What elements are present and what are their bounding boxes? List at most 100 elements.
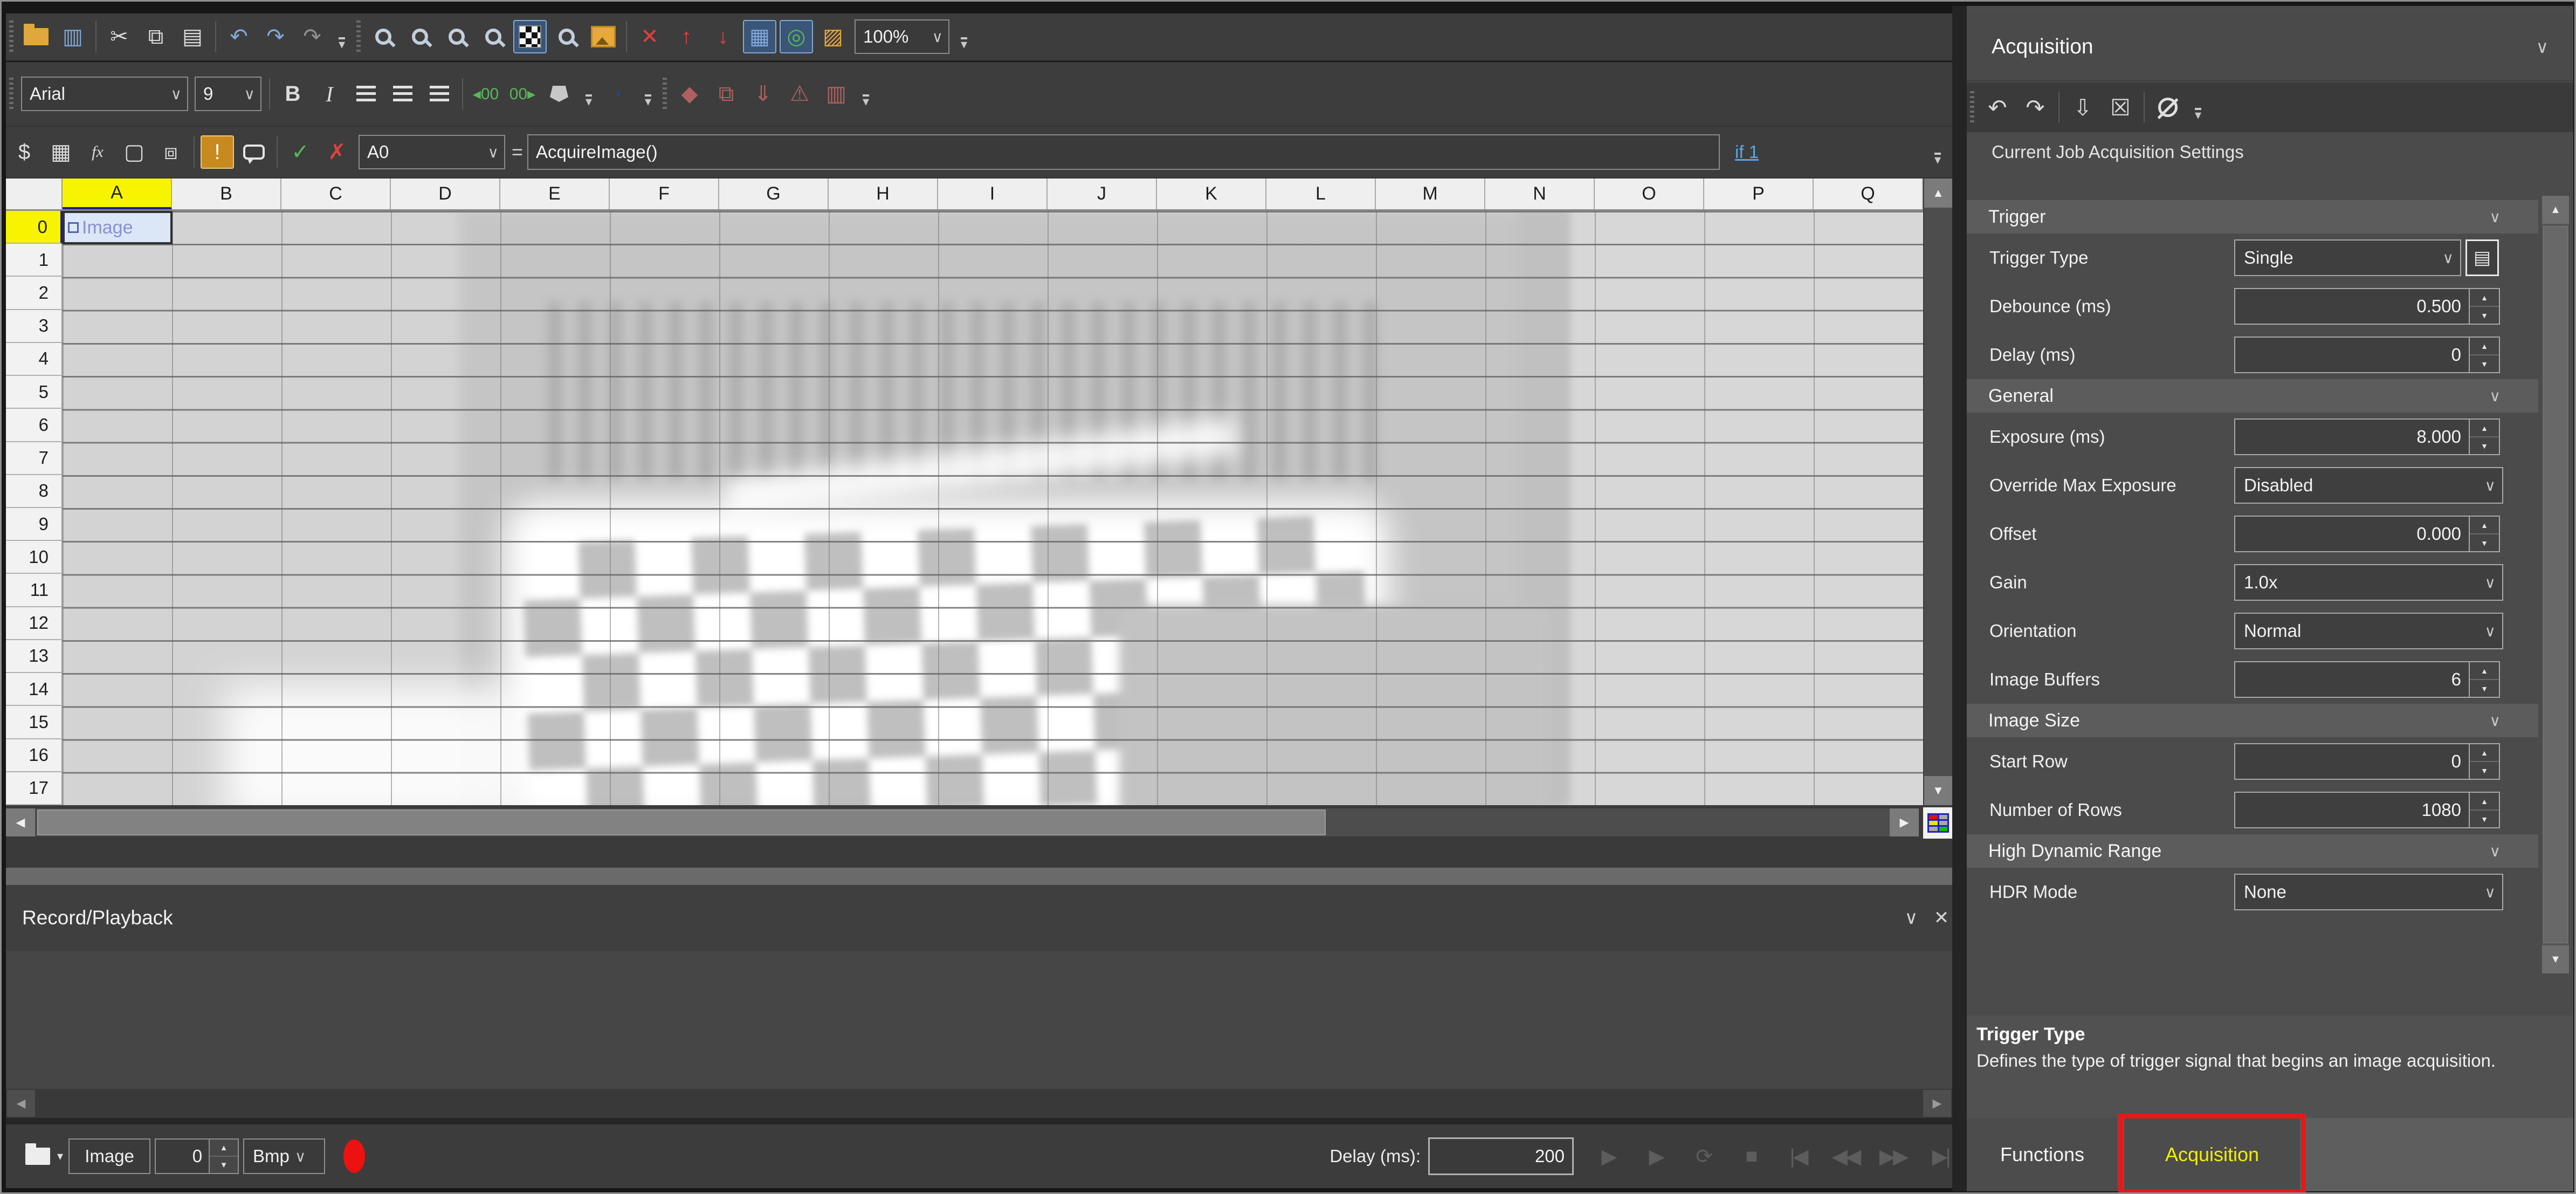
- decrease-decimal-icon[interactable]: 00▸: [506, 77, 539, 111]
- open-job-icon[interactable]: [19, 20, 53, 53]
- column-header-e[interactable]: E: [500, 179, 610, 209]
- trigger-type-select[interactable]: Single∨: [2234, 239, 2461, 276]
- toolbar-overflow-button[interactable]: ▾: [1928, 139, 1947, 166]
- hide-overlay-icon[interactable]: [2151, 90, 2185, 125]
- bold-icon[interactable]: B: [276, 77, 309, 111]
- delay-input[interactable]: 200: [1428, 1137, 1574, 1175]
- column-header-o[interactable]: O: [1595, 179, 1704, 209]
- scroll-up-button[interactable]: ▲: [1924, 179, 1952, 208]
- hdr-mode-select[interactable]: None∨: [2234, 874, 2503, 910]
- grid-view-icon[interactable]: ▦: [743, 20, 776, 53]
- spinner-buttons[interactable]: ▲▼: [2470, 418, 2500, 455]
- font-color-icon[interactable]: [602, 77, 635, 111]
- scrollbar-thumb[interactable]: [37, 809, 1326, 835]
- row-header-10[interactable]: 10: [6, 541, 63, 574]
- insert-row-icon[interactable]: ↑: [670, 20, 703, 53]
- section-header-trigger[interactable]: Trigger∨: [1967, 200, 2538, 234]
- column-header-h[interactable]: H: [829, 179, 938, 209]
- tab-functions[interactable]: Functions: [1967, 1118, 2118, 1191]
- data-grid-icon[interactable]: ▦: [44, 135, 78, 169]
- toolbar-drag-handle[interactable]: [663, 78, 667, 110]
- align-right-icon[interactable]: [423, 77, 456, 111]
- if-condition-link[interactable]: if 1: [1735, 142, 1759, 162]
- record-playback-scrollbar[interactable]: ◀ ▶: [6, 1089, 1964, 1118]
- settings-scrollbar[interactable]: ▲ ▼: [2542, 196, 2569, 973]
- zoom-actual-size-icon[interactable]: [440, 20, 473, 53]
- align-center-icon[interactable]: [386, 77, 419, 111]
- palette-icon[interactable]: ▨: [816, 20, 850, 53]
- warning-triangle-icon[interactable]: ⚠: [783, 77, 816, 111]
- column-header-a[interactable]: A: [63, 179, 172, 209]
- column-header-p[interactable]: P: [1704, 179, 1814, 209]
- section-header-high-dynamic-range[interactable]: High Dynamic Range∨: [1967, 834, 2538, 868]
- row-header-15[interactable]: 15: [6, 706, 63, 739]
- spinner-buttons[interactable]: ▲▼: [2470, 792, 2500, 828]
- copy-structure-icon[interactable]: ⧉: [710, 77, 743, 111]
- row-header-1[interactable]: 1: [6, 244, 63, 277]
- toolbar-drag-handle[interactable]: [1970, 91, 1974, 123]
- row-header-13[interactable]: 13: [6, 640, 63, 673]
- row-header-7[interactable]: 7: [6, 442, 63, 475]
- grid-horizontal-scrollbar[interactable]: ◀ ▶: [6, 808, 1919, 836]
- loop-button[interactable]: ⟳: [1679, 1136, 1727, 1177]
- spinner-buttons[interactable]: ▲▼: [2470, 743, 2500, 780]
- toolbar-overflow-button[interactable]: ▾: [639, 80, 657, 107]
- currency-format-icon[interactable]: $: [8, 135, 41, 169]
- row-header-16[interactable]: 16: [6, 739, 63, 772]
- spinner-buttons[interactable]: ▲▼: [2470, 337, 2500, 373]
- graphics-overlay-icon[interactable]: ◎: [780, 20, 813, 53]
- toolbar-overflow-button[interactable]: ▾: [580, 80, 598, 107]
- selected-cell-a0[interactable]: Image: [63, 211, 173, 244]
- override-max-exposure-select[interactable]: Disabled∨: [2234, 467, 2503, 504]
- column-header-g[interactable]: G: [719, 179, 829, 209]
- row-header-0[interactable]: 0: [6, 211, 63, 244]
- redo-icon[interactable]: ↷: [2018, 90, 2052, 125]
- font-size-select[interactable]: 9∨: [195, 77, 261, 111]
- row-header-6[interactable]: 6: [6, 409, 63, 442]
- collapse-panel-button[interactable]: ∨: [1896, 903, 1926, 933]
- number-of-rows-input[interactable]: 1080: [2234, 792, 2470, 828]
- align-left-icon[interactable]: [349, 77, 383, 111]
- scroll-left-button[interactable]: ◀: [7, 1090, 35, 1117]
- scrollbar-thumb[interactable]: [2543, 226, 2568, 943]
- zoom-in-icon[interactable]: [367, 20, 400, 53]
- region-tool-icon[interactable]: ▢: [118, 135, 151, 169]
- toolbar-drag-handle[interactable]: [9, 20, 13, 53]
- row-header-8[interactable]: 8: [6, 475, 63, 508]
- scroll-up-button[interactable]: ▲: [2542, 196, 2569, 224]
- insert-function-icon[interactable]: fx: [81, 135, 114, 169]
- row-header-2[interactable]: 2: [6, 277, 63, 310]
- import-settings-icon[interactable]: ⇩: [2065, 90, 2100, 125]
- stop-button[interactable]: ■: [1727, 1136, 1774, 1177]
- exposure-ms--input[interactable]: 8.000: [2234, 418, 2470, 455]
- image-format-select[interactable]: Bmp ∨: [243, 1138, 325, 1174]
- debounce-ms--input[interactable]: 0.500: [2234, 288, 2470, 325]
- copy-icon[interactable]: ⧉: [139, 20, 173, 53]
- increase-decimal-icon[interactable]: ◂00: [469, 77, 502, 111]
- gain-select[interactable]: 1.0x∨: [2234, 564, 2503, 601]
- row-header-17[interactable]: 17: [6, 772, 63, 805]
- font-family-select[interactable]: Arial∨: [21, 77, 188, 111]
- cell-state-ok-icon[interactable]: ✓: [284, 135, 317, 169]
- previous-image-button[interactable]: ◀◀: [1822, 1136, 1869, 1177]
- zoom-out-icon[interactable]: [403, 20, 437, 53]
- folder-dropdown-arrow[interactable]: ▾: [57, 1149, 63, 1163]
- scroll-down-button[interactable]: ▼: [2542, 945, 2569, 973]
- record-folder-button[interactable]: [21, 1140, 54, 1173]
- column-header-l[interactable]: L: [1266, 179, 1376, 209]
- image-buffers-input[interactable]: 6: [2234, 661, 2470, 698]
- save-job-icon[interactable]: ▥: [56, 20, 89, 53]
- row-header-5[interactable]: 5: [6, 376, 63, 409]
- column-header-q[interactable]: Q: [1814, 179, 1923, 209]
- spinner-buttons[interactable]: ▲▼: [2470, 288, 2500, 325]
- row-header-12[interactable]: 12: [6, 607, 63, 640]
- spreadsheet-view-toggle-button[interactable]: [1923, 807, 1953, 839]
- toolbar-drag-handle[interactable]: [356, 20, 361, 53]
- zoom-fit-icon[interactable]: [477, 20, 510, 53]
- row-header-11[interactable]: 11: [6, 574, 63, 607]
- undo-icon[interactable]: ↶: [222, 20, 256, 53]
- delay-ms--input[interactable]: 0: [2234, 337, 2470, 373]
- scroll-right-button[interactable]: ▶: [1923, 1090, 1951, 1117]
- cell-reference-select[interactable]: A0 ∨: [359, 135, 505, 169]
- cell-state-error-icon[interactable]: ✗: [320, 135, 354, 169]
